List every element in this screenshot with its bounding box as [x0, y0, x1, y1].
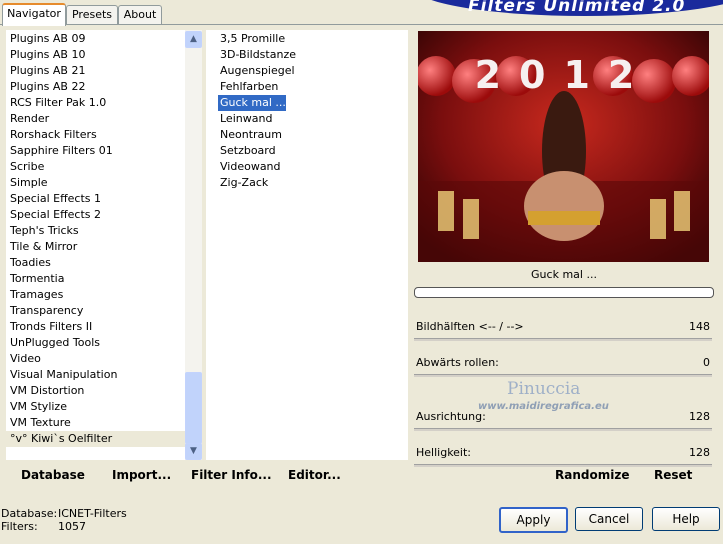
category-item[interactable]: Special Effects 1 [6, 191, 185, 207]
preview-banner-text: 2012 [474, 53, 653, 97]
help-button[interactable]: Help [652, 507, 720, 531]
category-item[interactable]: Tormentia [6, 271, 185, 287]
randomize-button[interactable]: Randomize [555, 468, 629, 482]
filter-item[interactable]: Setzboard [218, 143, 276, 159]
category-item[interactable]: Video [6, 351, 185, 367]
filter-item[interactable]: 3D-Bildstanze [218, 47, 296, 63]
scroll-up-arrow-icon[interactable]: ▲ [185, 31, 202, 48]
editor-button[interactable]: Editor... [288, 468, 341, 482]
category-item[interactable]: Teph's Tricks [6, 223, 185, 239]
param-value: 0 [703, 356, 710, 369]
category-item[interactable]: Plugins AB 10 [6, 47, 185, 63]
category-item[interactable]: Plugins AB 09 [6, 31, 185, 47]
app-title: Filters Unlimited 2.0 [468, 0, 686, 16]
filters-label: Filters: [1, 520, 38, 533]
category-item[interactable]: Plugins AB 21 [6, 63, 185, 79]
category-scrollbar[interactable]: ▲ ▼ [185, 30, 202, 460]
filter-item[interactable]: 3,5 Promille [218, 31, 285, 47]
cancel-button[interactable]: Cancel [575, 507, 643, 531]
database-value: ICNET-Filters [58, 507, 127, 520]
filter-item[interactable]: Neontraum [218, 127, 282, 143]
category-item[interactable]: Simple [6, 175, 185, 191]
tab-presets[interactable]: Presets [66, 5, 118, 24]
database-button[interactable]: Database [21, 468, 85, 482]
category-item[interactable]: RCS Filter Pak 1.0 [6, 95, 185, 111]
category-item[interactable]: Tile & Mirror [6, 239, 185, 255]
param-label: Abwärts rollen: [416, 356, 499, 369]
param-value: 128 [689, 410, 710, 423]
filter-item[interactable]: Zig-Zack [218, 175, 268, 191]
apply-button[interactable]: Apply [499, 507, 568, 533]
tab-divider [0, 24, 723, 25]
category-item[interactable]: Special Effects 2 [6, 207, 185, 223]
category-item[interactable]: UnPlugged Tools [6, 335, 185, 351]
filter-item[interactable]: Fehlfarben [218, 79, 278, 95]
category-item[interactable]: Render [6, 111, 185, 127]
scroll-down-arrow-icon[interactable]: ▼ [185, 443, 202, 460]
database-label: Database: [1, 507, 58, 520]
filter-info-button[interactable]: Filter Info... [191, 468, 272, 482]
watermark-url: www.maidiregrafica.eu [478, 401, 609, 412]
import-button[interactable]: Import... [112, 468, 171, 482]
category-item[interactable]: VM Distortion [6, 383, 185, 399]
category-item[interactable]: °v° Kiwi`s Oelfilter [6, 431, 185, 447]
param-slider[interactable] [414, 374, 712, 377]
category-item[interactable]: VM Texture [6, 415, 185, 431]
category-item[interactable]: Toadies [6, 255, 185, 271]
category-items: Plugins AB 09 Plugins AB 10 Plugins AB 21 P… [6, 30, 185, 447]
param-value: 128 [689, 446, 710, 459]
category-item[interactable]: Tronds Filters II [6, 319, 185, 335]
category-item[interactable]: Scribe [6, 159, 185, 175]
watermark-name: Pinuccia [507, 379, 581, 399]
category-item[interactable]: Visual Manipulation [6, 367, 185, 383]
param-slider[interactable] [414, 464, 712, 467]
category-item[interactable]: Tramages [6, 287, 185, 303]
filter-item[interactable]: Augenspiegel [218, 63, 295, 79]
param-label: Ausrichtung: [416, 410, 486, 423]
param-label: Bildhälften <-- / --> [416, 320, 524, 333]
tab-navigator[interactable]: Navigator [2, 3, 66, 26]
selected-filter-name: Guck mal ... [531, 268, 597, 281]
filters-value: 1057 [58, 520, 86, 533]
filter-item[interactable]: Videowand [218, 159, 281, 175]
category-list[interactable]: Plugins AB 09 Plugins AB 10 Plugins AB 21 P… [6, 30, 185, 460]
param-slider[interactable] [414, 428, 712, 431]
param-slider[interactable] [414, 338, 712, 341]
filter-item[interactable]: Guck mal ... [218, 95, 286, 111]
category-item[interactable]: Plugins AB 22 [6, 79, 185, 95]
param-value: 148 [689, 320, 710, 333]
tab-about[interactable]: About [118, 5, 162, 24]
category-item[interactable]: Sapphire Filters 01 [6, 143, 185, 159]
category-item[interactable]: Transparency [6, 303, 185, 319]
category-item[interactable]: Rorshack Filters [6, 127, 185, 143]
progress-bar [414, 287, 714, 298]
reset-button[interactable]: Reset [654, 468, 692, 482]
scrollbar-thumb[interactable] [185, 372, 202, 444]
filter-item[interactable]: Leinwand [218, 111, 272, 127]
filter-items: 3,5 Promille 3D-Bildstanze Augenspiegel Feh… [206, 30, 408, 191]
param-label: Helligkeit: [416, 446, 472, 459]
category-item[interactable]: VM Stylize [6, 399, 185, 415]
preview-image: 2012 [418, 31, 709, 262]
filter-list[interactable]: 3,5 Promille 3D-Bildstanze Augenspiegel Feh… [206, 30, 408, 460]
